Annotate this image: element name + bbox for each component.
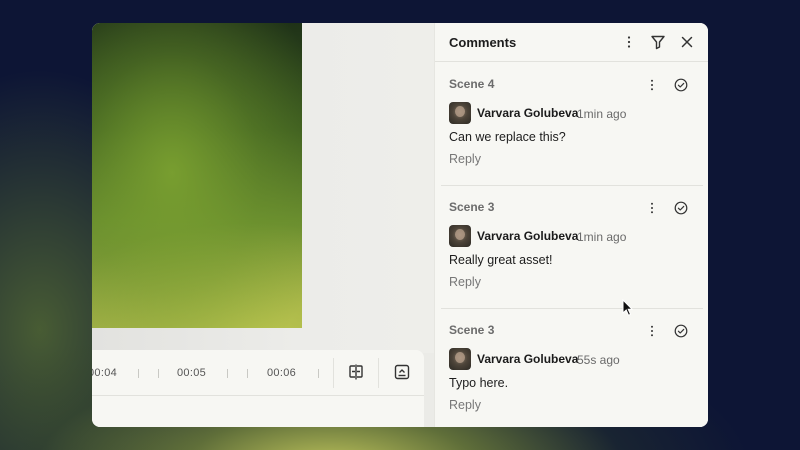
comment-item: Scene 3 Varvara Golubeva 1min ago Really… [441,185,703,309]
ruler-tick [138,369,139,378]
comment-time: 55s ago [577,353,620,367]
timeline: 00:04 00:05 00:06 [92,350,424,427]
comment-time: 1min ago [577,107,627,121]
more-vertical-icon[interactable] [644,77,660,93]
timeline-divider [92,395,424,396]
comments-panel: Comments Scene 4 Varvara Golubeva 1min a… [434,23,708,427]
ruler-tick [318,369,319,378]
comment-time: 1min ago [577,230,627,244]
canvas-area [92,23,434,353]
timeline-separator [333,358,334,388]
ruler-tick [158,369,159,378]
more-vertical-icon[interactable] [644,200,660,216]
resolve-check-icon[interactable] [673,323,689,339]
comment-author: Varvara Golubeva [477,106,579,120]
more-vertical-icon[interactable] [620,33,638,51]
timeline-separator [378,358,379,388]
panel-title: Comments [449,35,517,50]
resolve-check-icon[interactable] [673,77,689,93]
comment-item: Scene 3 Varvara Golubeva 55s ago Typo he… [441,308,703,427]
resolve-check-icon[interactable] [673,200,689,216]
scene-label: Scene 3 [449,323,495,337]
reply-link[interactable]: Reply [449,275,481,289]
split-clip-icon[interactable] [347,363,365,381]
ruler-label: 00:04 [92,367,118,379]
comment-author: Varvara Golubeva [477,229,579,243]
comment-text: Really great asset! [449,253,553,267]
collapse-panel-icon[interactable] [393,363,411,381]
comment-author: Varvara Golubeva [477,352,579,366]
avatar [449,102,471,124]
close-icon[interactable] [678,33,696,51]
scene-label: Scene 4 [449,77,495,91]
reply-link[interactable]: Reply [449,398,481,412]
avatar [449,348,471,370]
comment-item: Scene 4 Varvara Golubeva 1min ago Can we… [441,62,703,186]
ruler-tick [247,369,248,378]
ruler-tick [227,369,228,378]
scene-label: Scene 3 [449,200,495,214]
more-vertical-icon[interactable] [644,323,660,339]
ruler-label: 00:05 [177,367,207,379]
comment-text: Can we replace this? [449,130,566,144]
comments-header: Comments [435,23,708,62]
comment-text: Typo here. [449,376,509,390]
ruler-label: 00:06 [267,367,297,379]
editor-window: 00:04 00:05 00:06 Comm [92,23,708,427]
reply-link[interactable]: Reply [449,152,481,166]
avatar [449,225,471,247]
filter-icon[interactable] [649,33,667,51]
mouse-cursor-icon [622,299,634,316]
video-preview[interactable] [92,23,302,328]
